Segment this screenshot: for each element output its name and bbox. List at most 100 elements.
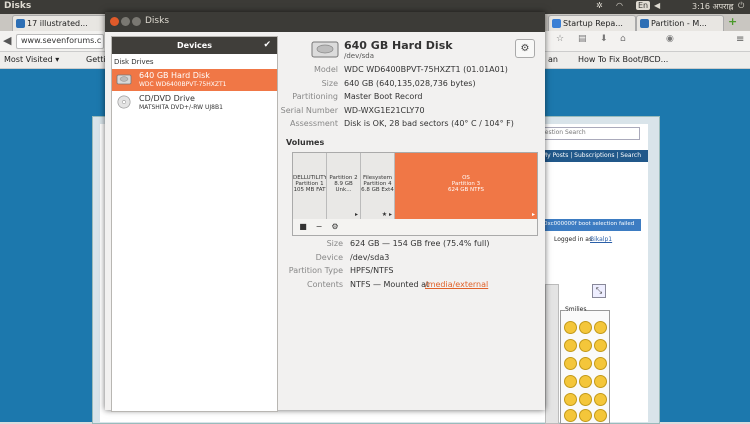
smiley-icon[interactable]	[564, 357, 577, 370]
forum-search-input[interactable]: uestion Search	[538, 127, 640, 140]
window-titlebar[interactable]: Disks	[105, 12, 545, 32]
smiley-icon[interactable]	[564, 375, 577, 388]
settings-icon[interactable]: ⚙	[329, 221, 341, 233]
stop-icon[interactable]: ■	[297, 221, 309, 233]
partitioning-label: Partitioning	[292, 92, 338, 101]
favicon-icon	[552, 19, 561, 28]
pocket-icon[interactable]: ◉	[666, 34, 674, 44]
download-icon[interactable]: ⬇	[600, 34, 608, 44]
assessment-label: Assessment	[290, 119, 338, 128]
smiley-icon[interactable]	[594, 357, 607, 370]
smilies-panel: Smilies	[560, 306, 610, 424]
partition-block-selected[interactable]: OS Partition 3 624 GB NTFS ▸	[395, 153, 537, 219]
hard-disk-icon	[116, 74, 132, 85]
volume-size-label: Size	[326, 239, 343, 248]
minus-icon[interactable]: −	[313, 221, 325, 233]
hard-disk-large-icon	[311, 41, 339, 58]
system-menu-icon[interactable]: ⏻	[738, 1, 744, 11]
smiley-icon[interactable]	[564, 409, 577, 422]
forum-alert-text: 0xc000000f boot selection failed	[544, 221, 635, 227]
browser-tab-label: Partition - M...	[651, 19, 707, 28]
editor-scrollbar[interactable]	[545, 284, 559, 424]
gear-icon: ⚙	[520, 43, 530, 54]
drive-options-button[interactable]: ⚙	[515, 39, 535, 58]
mounted-star-play-icon: ★ ▸	[381, 211, 392, 218]
model-value: WDC WD6400BPVT-75HXZT1 (01.01A01)	[344, 65, 508, 74]
partition-block[interactable]: DELLUTILITY Partition 1 105 MB FAT	[293, 153, 327, 219]
bookmark-item[interactable]: Getti	[86, 55, 106, 64]
keyboard-layout-indicator[interactable]: En	[636, 1, 651, 10]
mount-point-link[interactable]: /media/external	[425, 280, 488, 289]
smiley-icon[interactable]	[564, 393, 577, 406]
back-icon[interactable]: ◀	[3, 34, 11, 47]
smiley-icon[interactable]	[579, 339, 592, 352]
url-bar[interactable]: www.sevenforums.c	[16, 34, 104, 49]
smiley-icon[interactable]	[579, 375, 592, 388]
drive-model: WDC WD6400BPVT-75HXZT1	[139, 81, 227, 88]
browser-tab[interactable]: Partition - M...	[636, 15, 724, 31]
size-value: 640 GB (640,135,028,736 bytes)	[344, 79, 476, 88]
menu-icon[interactable]: ≡	[736, 34, 744, 45]
active-app-name: Disks	[4, 1, 32, 11]
partitioning-value: Master Boot Record	[344, 92, 423, 101]
forum-alert: 0xc000000f boot selection failed	[540, 218, 642, 232]
smiley-icon[interactable]	[579, 409, 592, 422]
drive-model: MATSHITA DVD+/-RW UJ8B1	[139, 104, 223, 111]
resize-editor-icon[interactable]: ⤡	[592, 284, 606, 298]
partition-block[interactable]: Filesystem Partition 4 6.8 GB Ext4 ★ ▸	[361, 153, 395, 219]
disk-drives-section-label: Disk Drives	[114, 58, 154, 66]
checkmark-icon[interactable]: ✔	[263, 37, 271, 54]
smiley-icon[interactable]	[579, 393, 592, 406]
star-icon[interactable]: ☆	[556, 34, 564, 44]
logged-in-label: Logged in as	[554, 236, 593, 243]
browser-tab[interactable]: 17 illustrated...	[12, 15, 118, 31]
clock[interactable]: 3:16 अपराह्न	[692, 1, 733, 12]
partition-type-label: Partition Type	[288, 266, 343, 275]
smiley-icon[interactable]	[579, 357, 592, 370]
sound-icon[interactable]: ◀	[654, 1, 660, 10]
smiley-icon[interactable]	[594, 393, 607, 406]
partition-type-value: HPFS/NTFS	[350, 266, 394, 275]
forum-nav-links[interactable]: My Posts | Subscriptions | Search	[542, 152, 641, 159]
contents-label: Contents	[307, 280, 343, 289]
bookmark-item[interactable]: How To Fix Boot/BCD...	[578, 55, 668, 64]
devices-header: Devices ✔	[112, 37, 277, 54]
disk-title: 640 GB Hard Disk	[344, 39, 453, 52]
url-text: www.sevenforums.c	[21, 36, 102, 45]
contents-value: NTFS — Mounted at	[350, 280, 430, 289]
smiley-icon[interactable]	[594, 375, 607, 388]
bookmark-most-visited[interactable]: Most Visited ▾	[4, 55, 59, 64]
volume-map: DELLUTILITY Partition 1 105 MB FAT Parti…	[292, 152, 538, 220]
drive-name: CD/DVD Drive	[139, 94, 195, 103]
volume-size-value: 624 GB — 154 GB free (75.4% full)	[350, 239, 490, 248]
smiley-icon[interactable]	[594, 339, 607, 352]
optical-disc-icon	[117, 95, 131, 109]
maximize-icon[interactable]	[132, 17, 141, 26]
smiley-icon[interactable]	[564, 321, 577, 334]
disk-device-path: /dev/sda	[344, 52, 374, 60]
logged-in-user-link[interactable]: Bikalp1	[590, 236, 612, 243]
volumes-title: Volumes	[286, 138, 325, 147]
smiley-icon[interactable]	[564, 339, 577, 352]
new-tab-icon[interactable]: +	[728, 15, 737, 28]
browser-tab-label: Startup Repa...	[563, 19, 623, 28]
drive-name: 640 GB Hard Disk	[139, 71, 210, 80]
favicon-icon	[640, 19, 649, 28]
partition-block[interactable]: Partition 2 8.9 GB Unk... ▸	[327, 153, 361, 219]
dropbox-icon[interactable]: ✲	[596, 1, 603, 10]
window-title: Disks	[145, 16, 170, 26]
devices-header-label: Devices	[177, 41, 212, 50]
serial-number-value: WD-WXG1E21CLY70	[344, 106, 425, 115]
minimize-icon[interactable]	[121, 17, 130, 26]
reader-icon[interactable]: ▤	[578, 34, 587, 44]
smiley-icon[interactable]	[594, 321, 607, 334]
smiley-icon[interactable]	[579, 321, 592, 334]
home-icon[interactable]: ⌂	[620, 34, 626, 44]
volume-device-label: Device	[315, 253, 343, 262]
smilies-title: Smilies	[565, 306, 587, 313]
smiley-icon[interactable]	[594, 409, 607, 422]
wifi-icon[interactable]: ◠	[616, 1, 623, 10]
bookmark-item[interactable]: an	[548, 55, 558, 64]
close-icon[interactable]	[110, 17, 119, 26]
browser-tab[interactable]: Startup Repa...	[548, 15, 636, 31]
